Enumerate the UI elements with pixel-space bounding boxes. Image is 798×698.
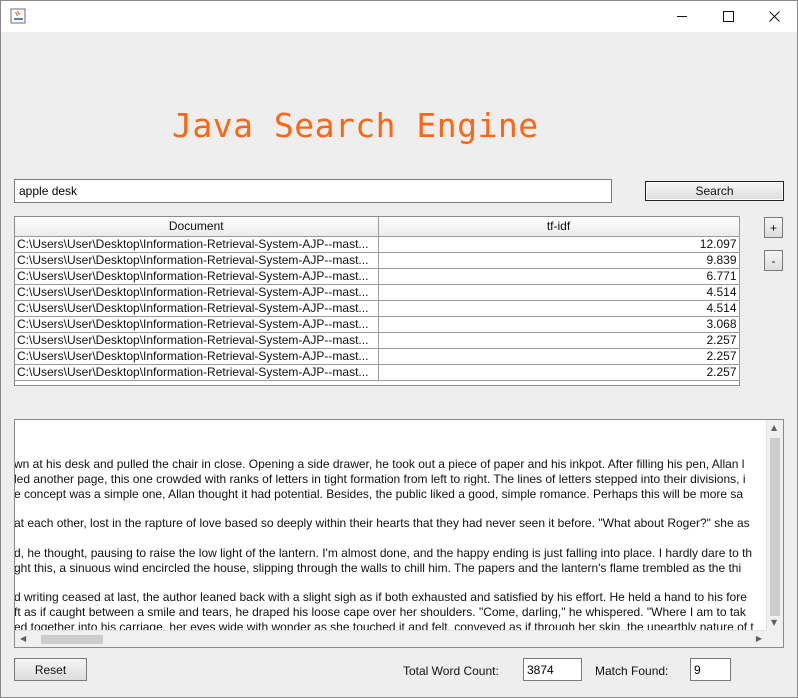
text-line: wn at his desk and pulled the chair in c… bbox=[15, 457, 745, 471]
document-cell: C:\Users\User\Desktop\Information-Retrie… bbox=[15, 252, 379, 269]
tfidf-cell: 3.068 bbox=[378, 316, 740, 333]
minimize-button[interactable] bbox=[659, 1, 705, 32]
vertical-scroll-thumb[interactable] bbox=[770, 438, 780, 616]
document-text[interactable]: wn at his desk and pulled the chair in c… bbox=[15, 420, 767, 630]
scroll-left-icon[interactable]: ◀ bbox=[20, 635, 26, 643]
search-input[interactable] bbox=[14, 179, 612, 203]
match-found-label: Match Found: bbox=[595, 664, 669, 678]
table-row[interactable]: C:\Users\User\Desktop\Information-Retrie… bbox=[15, 300, 740, 317]
match-found-field[interactable] bbox=[690, 658, 731, 681]
maximize-icon bbox=[722, 11, 734, 22]
tfidf-cell: 4.514 bbox=[378, 300, 740, 317]
zoom-in-button[interactable]: + bbox=[764, 217, 783, 238]
document-cell: C:\Users\User\Desktop\Information-Retrie… bbox=[15, 236, 379, 253]
tfidf-cell: 4.514 bbox=[378, 284, 740, 301]
column-header-tfidf[interactable]: tf-idf bbox=[378, 217, 740, 237]
text-line: d, he thought, pausing to raise the low … bbox=[15, 546, 753, 560]
table-row[interactable]: C:\Users\User\Desktop\Information-Retrie… bbox=[15, 348, 740, 365]
close-icon bbox=[768, 11, 780, 22]
search-button[interactable]: Search bbox=[645, 181, 784, 201]
table-row[interactable]: C:\Users\User\Desktop\Information-Retrie… bbox=[15, 332, 740, 349]
table-row[interactable]: C:\Users\User\Desktop\Information-Retrie… bbox=[15, 316, 740, 333]
java-app-icon bbox=[10, 8, 26, 24]
document-cell: C:\Users\User\Desktop\Information-Retrie… bbox=[15, 348, 379, 365]
scroll-up-icon[interactable]: ▲ bbox=[771, 424, 777, 432]
text-line: ght this, a sinuous wind encircled the h… bbox=[15, 561, 742, 575]
app-window: Java Search Engine Search + - Document t… bbox=[0, 0, 798, 698]
column-header-document[interactable]: Document bbox=[15, 217, 379, 237]
minimize-icon bbox=[676, 16, 687, 17]
scroll-down-icon[interactable]: ▼ bbox=[771, 619, 777, 627]
tfidf-cell: 2.257 bbox=[378, 348, 740, 365]
tfidf-cell: 6.771 bbox=[378, 268, 740, 285]
text-line: at each other, lost in the rapture of lo… bbox=[15, 516, 750, 530]
maximize-button[interactable] bbox=[705, 1, 751, 32]
tfidf-cell: 2.257 bbox=[378, 332, 740, 349]
document-text-area[interactable]: wn at his desk and pulled the chair in c… bbox=[14, 419, 784, 648]
tfidf-cell: 12.097 bbox=[378, 236, 740, 253]
text-line: e concept was a simple one, Allan though… bbox=[15, 487, 744, 501]
reset-button[interactable]: Reset bbox=[14, 658, 87, 681]
horizontal-scrollbar[interactable]: ◀ ▶ bbox=[15, 630, 767, 647]
text-line: ft as if caught between a smile and tear… bbox=[15, 605, 746, 619]
document-cell: C:\Users\User\Desktop\Information-Retrie… bbox=[15, 284, 379, 301]
table-row[interactable]: C:\Users\User\Desktop\Information-Retrie… bbox=[15, 364, 740, 381]
tfidf-cell: 9.839 bbox=[378, 252, 740, 269]
close-button[interactable] bbox=[751, 1, 797, 32]
word-count-label: Total Word Count: bbox=[403, 664, 499, 678]
tfidf-cell: 2.257 bbox=[378, 364, 740, 381]
table-row[interactable]: C:\Users\User\Desktop\Information-Retrie… bbox=[15, 268, 740, 285]
horizontal-scroll-thumb[interactable] bbox=[41, 635, 103, 644]
vertical-scrollbar[interactable]: ▲ ▼ bbox=[766, 420, 783, 630]
table-row[interactable]: C:\Users\User\Desktop\Information-Retrie… bbox=[15, 236, 740, 253]
document-cell: C:\Users\User\Desktop\Information-Retrie… bbox=[15, 316, 379, 333]
title-bar[interactable] bbox=[1, 1, 797, 32]
document-cell: C:\Users\User\Desktop\Information-Retrie… bbox=[15, 268, 379, 285]
document-cell: C:\Users\User\Desktop\Information-Retrie… bbox=[15, 332, 379, 349]
text-line: ed together into his carriage, her eyes … bbox=[15, 620, 754, 630]
document-cell: C:\Users\User\Desktop\Information-Retrie… bbox=[15, 300, 379, 317]
document-cell: C:\Users\User\Desktop\Information-Retrie… bbox=[15, 364, 379, 381]
zoom-out-button[interactable]: - bbox=[764, 250, 783, 271]
scroll-right-icon[interactable]: ▶ bbox=[756, 635, 762, 643]
table-row[interactable]: C:\Users\User\Desktop\Information-Retrie… bbox=[15, 284, 740, 301]
results-table[interactable]: Document tf-idf C:\Users\User\Desktop\In… bbox=[14, 216, 740, 386]
word-count-field[interactable] bbox=[523, 658, 582, 681]
table-row[interactable]: C:\Users\User\Desktop\Information-Retrie… bbox=[15, 252, 740, 269]
page-title: Java Search Engine bbox=[172, 106, 539, 145]
text-line: d writing ceased at last, the author lea… bbox=[15, 590, 747, 604]
text-line: led another page, this one crowded with … bbox=[15, 472, 746, 486]
scroll-corner bbox=[766, 630, 783, 647]
